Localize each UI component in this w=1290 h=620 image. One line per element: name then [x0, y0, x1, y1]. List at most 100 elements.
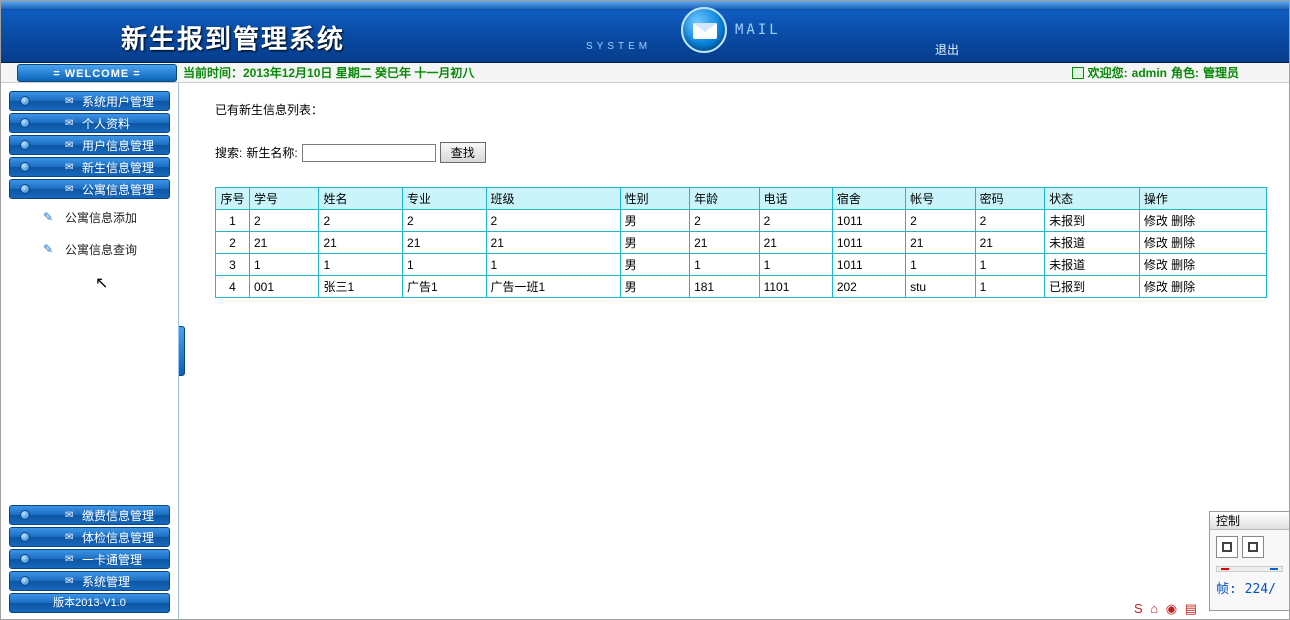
table-row: 221212121男212110112121未报道修改 删除 [216, 232, 1267, 254]
envelope-icon: ✉ [65, 554, 73, 565]
table-cell: 1 [403, 254, 487, 276]
sidebar-item-label: 个人资料 [82, 115, 130, 132]
main-content: 已有新生信息列表： 搜索: 新生名称: 查找 序号学号姓名专业班级性别年龄电话宿… [187, 83, 1289, 619]
envelope-icon: ✉ [65, 576, 73, 587]
table-header: 电话 [759, 188, 832, 210]
table-header: 年龄 [690, 188, 759, 210]
table-cell: 001 [250, 276, 319, 298]
mail-icon [681, 7, 727, 53]
sidebar: ✉系统用户管理 ✉个人资料 ✉用户信息管理 ✉新生信息管理 ✉公寓信息管理 公寓… [1, 83, 179, 619]
sidebar-sub-label: 公寓信息添加 [65, 209, 137, 226]
tray-icons: S ⌂ ◉ ▤ [1134, 601, 1199, 617]
table-cell: 181 [690, 276, 759, 298]
table-cell: 21 [759, 232, 832, 254]
edit-link[interactable]: 修改 [1144, 280, 1168, 294]
fps-value: 224/ [1245, 582, 1276, 597]
sidebar-collapse-handle[interactable] [179, 83, 187, 619]
table-cell: 2 [319, 210, 403, 232]
search-input[interactable] [302, 144, 436, 162]
table-cell: 男 [620, 232, 689, 254]
edit-link[interactable]: 修改 [1144, 214, 1168, 228]
edit-link[interactable]: 修改 [1144, 236, 1168, 250]
table-cell: 1011 [832, 254, 905, 276]
table-cell: 未报道 [1045, 254, 1140, 276]
table-cell: 男 [620, 276, 689, 298]
table-cell: 21 [250, 232, 319, 254]
envelope-icon: ✉ [65, 96, 73, 107]
table-cell: 2 [403, 210, 487, 232]
table-cell: 已报到 [1045, 276, 1140, 298]
row-index: 4 [216, 276, 250, 298]
table-cell: stu [906, 276, 975, 298]
table-cell: 广告一班1 [486, 276, 620, 298]
sidebar-item-label: 一卡通管理 [82, 551, 142, 568]
logout-link[interactable]: 退出 [935, 41, 959, 58]
sidebar-item-label: 新生信息管理 [82, 159, 154, 176]
search-label: 搜索: [215, 144, 242, 161]
search-bar: 搜索: 新生名称: 查找 [215, 142, 1261, 163]
table-header: 状态 [1045, 188, 1140, 210]
table-cell: 21 [486, 232, 620, 254]
table-cell: 张三1 [319, 276, 403, 298]
sidebar-sub-dorm-query[interactable]: 公寓信息查询 [9, 233, 170, 265]
sidebar-item-profile[interactable]: ✉ 个人资料 [9, 113, 170, 133]
row-index: 3 [216, 254, 250, 276]
table-header: 性别 [620, 188, 689, 210]
fps-label: 帧: [1216, 582, 1237, 597]
table-row: 12222男22101122未报到修改 删除 [216, 210, 1267, 232]
control-panel-title: 控制 [1210, 512, 1289, 530]
control-btn-2[interactable] [1242, 536, 1264, 558]
edit-link[interactable]: 修改 [1144, 258, 1168, 272]
info-strip: = WELCOME = 当前时间：2013年12月10日 星期二 癸巳年 十一月… [1, 63, 1289, 83]
table-cell: 1101 [759, 276, 832, 298]
table-cell: 1011 [832, 210, 905, 232]
table-cell: 1 [319, 254, 403, 276]
control-panel[interactable]: 控制 帧: 224/ [1209, 511, 1289, 611]
table-cell: 202 [832, 276, 905, 298]
sidebar-item-dorm-info[interactable]: ✉公寓信息管理 [9, 179, 170, 199]
delete-link[interactable]: 删除 [1171, 258, 1195, 272]
control-btn-1[interactable] [1216, 536, 1238, 558]
table-row: 31111男11101111未报道修改 删除 [216, 254, 1267, 276]
mail-widget[interactable]: MAIL [681, 7, 781, 53]
sidebar-sub-dorm-add[interactable]: 公寓信息添加 [9, 201, 170, 233]
row-index: 1 [216, 210, 250, 232]
table-cell: 1 [975, 254, 1044, 276]
delete-link[interactable]: 删除 [1171, 214, 1195, 228]
table-cell: 2 [906, 210, 975, 232]
sidebar-item-card[interactable]: ✉ 一卡通管理 [9, 549, 170, 569]
pencil-icon [43, 210, 55, 222]
delete-link[interactable]: 删除 [1171, 280, 1195, 294]
sidebar-item-label: 用户信息管理 [82, 137, 154, 154]
table-cell: 男 [620, 210, 689, 232]
sidebar-item-student-info[interactable]: ✉新生信息管理 [9, 157, 170, 177]
table-header: 操作 [1139, 188, 1266, 210]
search-button[interactable]: 查找 [440, 142, 486, 163]
sidebar-item-physical[interactable]: ✉体检信息管理 [9, 527, 170, 547]
envelope-icon: ✉ [65, 118, 73, 129]
greet-user: admin [1132, 66, 1167, 80]
system-label: SYSTEM [586, 41, 651, 52]
sidebar-item-label: 缴费信息管理 [82, 507, 154, 524]
table-cell: 1 [486, 254, 620, 276]
table-header: 班级 [486, 188, 620, 210]
sidebar-item-system[interactable]: ✉系统管理 [9, 571, 170, 591]
app-title: 新生报到管理系统 [121, 19, 345, 56]
sidebar-item-system-users[interactable]: ✉系统用户管理 [9, 91, 170, 111]
table-cell: 未报到 [1045, 210, 1140, 232]
sidebar-item-label: 体检信息管理 [82, 529, 154, 546]
table-cell: 未报道 [1045, 232, 1140, 254]
greet-prefix: 欢迎您: [1088, 64, 1128, 81]
sidebar-item-user-info[interactable]: ✉用户信息管理 [9, 135, 170, 155]
table-cell: 1 [690, 254, 759, 276]
list-title: 已有新生信息列表： [215, 101, 1261, 118]
table-cell: 1 [975, 276, 1044, 298]
table-header: 专业 [403, 188, 487, 210]
table-cell: 1 [250, 254, 319, 276]
table-header: 姓名 [319, 188, 403, 210]
current-time-label: 当前时间：2013年12月10日 星期二 癸巳年 十一月初八 [183, 64, 474, 81]
table-row: 4001张三1广告1广告一班1男1811101202stu1已报到修改 删除 [216, 276, 1267, 298]
delete-link[interactable]: 删除 [1171, 236, 1195, 250]
sidebar-item-payment[interactable]: ✉ 缴费信息管理 [9, 505, 170, 525]
envelope-icon: ✉ [65, 510, 73, 521]
